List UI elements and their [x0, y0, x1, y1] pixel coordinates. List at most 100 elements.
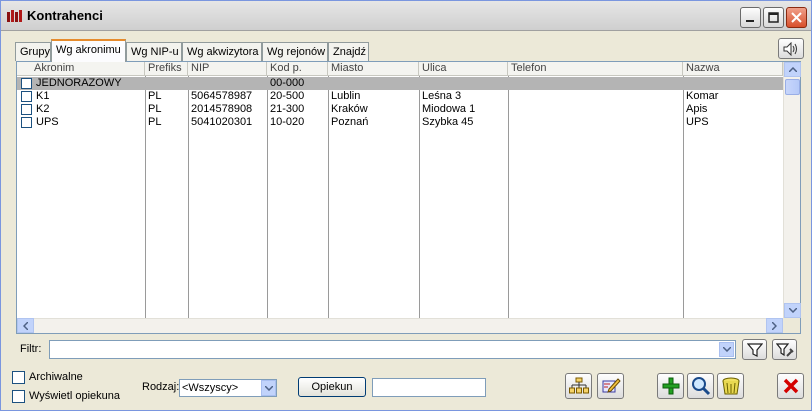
opiekun-input[interactable] — [372, 378, 486, 397]
cell-telefon — [508, 103, 683, 116]
minimize-button[interactable] — [740, 7, 761, 28]
cell-kod: 20-500 — [270, 90, 305, 102]
tab-wg-rejonow[interactable]: Wg rejonów — [262, 42, 328, 61]
structure-button[interactable] — [565, 373, 592, 399]
row-checkbox[interactable] — [21, 104, 32, 115]
cell-prefiks: PL — [148, 116, 162, 128]
vertical-scroll-thumb[interactable] — [785, 79, 800, 95]
opiekun-button[interactable]: Opiekun — [298, 377, 366, 397]
row-checkbox[interactable] — [21, 117, 32, 128]
cell-kod: 21-300 — [270, 103, 305, 115]
column-header-ulica[interactable]: Ulica — [419, 62, 508, 76]
horizontal-scrollbar[interactable] — [17, 318, 783, 333]
scroll-up-button[interactable] — [784, 62, 801, 77]
column-header-nip[interactable]: NIP — [188, 62, 267, 76]
tab-wg-akwizytora[interactable]: Wg akwizytora — [182, 42, 262, 61]
row-checkbox[interactable] — [21, 91, 32, 102]
kontrahenci-grid: Akronim Prefiks NIP Kod p. Miasto Ulica … — [16, 61, 801, 334]
search-button[interactable] — [687, 373, 714, 399]
rodzaj-select[interactable]: <Wszyscy> — [179, 379, 277, 397]
add-button[interactable] — [657, 373, 684, 399]
table-row[interactable]: K2 PL 2014578908 21-300 Kraków Miodowa 1… — [17, 103, 783, 116]
column-header-miasto[interactable]: Miasto — [328, 62, 419, 76]
wyswietl-opiekuna-checkbox[interactable] — [12, 390, 25, 403]
filter-button[interactable] — [742, 339, 767, 360]
pencil-icon — [602, 378, 621, 393]
basket-icon — [722, 377, 739, 395]
title-bar[interactable]: Kontrahenci — [1, 1, 811, 31]
wyswietl-opiekuna-label: Wyświetl opiekuna — [29, 390, 120, 402]
chevron-down-icon — [722, 347, 731, 352]
close-icon — [783, 378, 798, 394]
cell-nip: 5041020301 — [191, 116, 253, 128]
funnel-icon — [746, 342, 763, 357]
sound-button[interactable] — [778, 38, 804, 59]
window-icon — [7, 10, 22, 22]
row-checkbox[interactable] — [21, 78, 32, 89]
filter-dropdown-button[interactable] — [719, 342, 734, 357]
scroll-right-button[interactable] — [766, 318, 783, 333]
hierarchy-icon — [568, 377, 589, 394]
cell-akronim: K2 — [36, 103, 50, 115]
maximize-button[interactable] — [763, 7, 784, 28]
column-header-prefiks[interactable]: Prefiks — [145, 62, 188, 76]
scroll-down-button[interactable] — [784, 303, 801, 318]
cell-miasto: Poznań — [331, 116, 369, 128]
cell-telefon — [508, 116, 683, 129]
cell-miasto: Lublin — [331, 90, 361, 102]
column-header-nazwa[interactable]: Nazwa — [683, 62, 783, 76]
close-form-button[interactable] — [777, 373, 804, 399]
rodzaj-dropdown-button[interactable] — [261, 380, 276, 396]
chevron-down-icon — [788, 308, 797, 313]
archiwalne-label: Archiwalne — [29, 371, 83, 383]
cell-nip — [188, 77, 267, 90]
filter-settings-button[interactable] — [772, 339, 797, 360]
rodzaj-label: Rodzaj: — [142, 381, 180, 393]
rodzaj-value: <Wszyscy> — [182, 382, 239, 394]
cell-nazwa: Komar — [686, 90, 719, 102]
archiwalne-checkbox[interactable] — [12, 371, 25, 384]
cell-akronim: UPS — [36, 116, 59, 128]
cell-ulica: Miodowa 1 — [422, 103, 476, 115]
table-row[interactable]: JEDNORAZOWY 00-000 — [17, 77, 783, 90]
cell-ulica: Szybka 45 — [422, 116, 474, 128]
tab-znajdz[interactable]: Znajdź — [328, 42, 369, 61]
edit-button[interactable] — [597, 373, 624, 399]
cell-prefiks — [145, 77, 188, 90]
close-window-button[interactable] — [786, 7, 807, 28]
cell-ulica — [419, 77, 508, 90]
cell-kod: 10-020 — [270, 116, 305, 128]
column-header-akronim[interactable]: Akronim — [17, 62, 145, 76]
table-row[interactable]: UPS PL 5041020301 10-020 Poznań Szybka 4… — [17, 116, 783, 129]
tab-wg-nip[interactable]: Wg NIP-u — [126, 42, 182, 61]
column-header-kod[interactable]: Kod p. — [267, 62, 328, 76]
plus-icon — [662, 377, 679, 395]
cell-prefiks: PL — [148, 90, 162, 102]
window-title: Kontrahenci — [27, 8, 103, 23]
tab-wg-akronimu[interactable]: Wg akronimu — [51, 39, 126, 62]
table-row[interactable]: K1 PL 5064578987 20-500 Lublin Leśna 3 K… — [17, 90, 783, 103]
funnel-wrench-icon — [775, 342, 794, 357]
cell-telefon — [508, 77, 683, 90]
cell-telefon — [508, 90, 683, 103]
scroll-left-button[interactable] — [17, 318, 34, 333]
vertical-scrollbar[interactable] — [783, 62, 801, 319]
grid-header: Akronim Prefiks NIP Kod p. Miasto Ulica … — [17, 62, 783, 76]
maximize-icon — [768, 12, 779, 23]
chevron-up-icon — [788, 67, 797, 72]
scrollbar-corner — [783, 318, 800, 333]
filter-label: Filtr: — [20, 343, 42, 355]
cell-miasto: Kraków — [331, 103, 368, 115]
tab-grupy[interactable]: Grupy — [15, 42, 51, 61]
cell-nip: 5064578987 — [191, 90, 253, 102]
filter-input[interactable] — [49, 340, 736, 359]
cell-kod: 00-000 — [270, 77, 305, 89]
cell-nazwa — [683, 77, 783, 90]
cell-nip: 2014578908 — [191, 103, 253, 115]
delete-basket-button[interactable] — [717, 373, 744, 399]
cell-nazwa: UPS — [686, 116, 709, 128]
cell-akronim: K1 — [36, 90, 50, 102]
cell-ulica: Leśna 3 — [422, 90, 462, 102]
speaker-icon — [783, 41, 797, 56]
column-header-telefon[interactable]: Telefon — [508, 62, 683, 76]
